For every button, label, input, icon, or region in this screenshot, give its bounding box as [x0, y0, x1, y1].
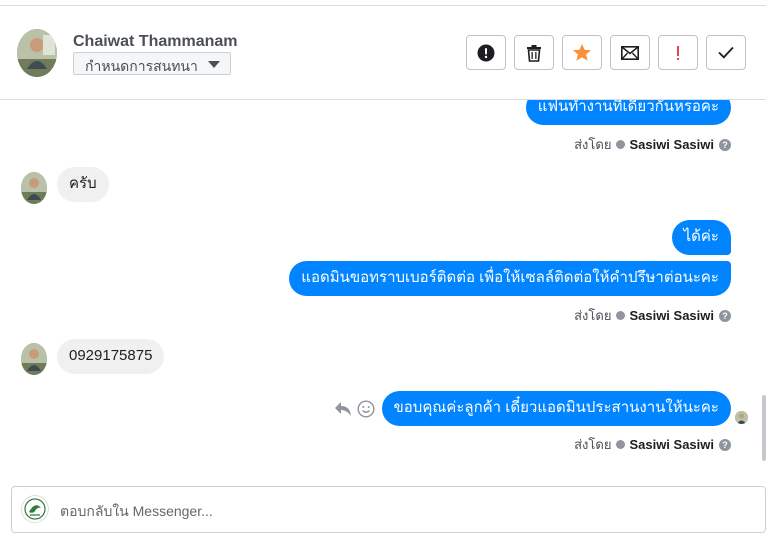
message-thread[interactable]: แฟนทำงานที่เดียวกันหรอคะ ส่งโดย Sasiwi S…: [0, 100, 766, 486]
sender-name[interactable]: Sasiwi Sasiwi: [629, 437, 714, 452]
mark-unread-button[interactable]: [610, 35, 650, 70]
contact-small-avatar: [21, 343, 47, 375]
sent-by-line: ส่งโดย Sasiwi Sasiwi ?: [574, 134, 731, 155]
star-button[interactable]: [562, 35, 602, 70]
follow-up-button[interactable]: [658, 35, 698, 70]
sent-by-label: ส่งโดย: [574, 308, 612, 323]
envelope-icon: [621, 45, 639, 60]
help-icon[interactable]: ?: [719, 438, 731, 451]
delete-button[interactable]: [514, 35, 554, 70]
message-actions: [334, 400, 375, 418]
sent-by-label: ส่งโดย: [574, 137, 612, 152]
sender-name[interactable]: Sasiwi Sasiwi: [629, 137, 714, 152]
caret-down-icon: [208, 61, 220, 68]
scrollbar-thumb[interactable]: [762, 395, 766, 461]
verified-check-icon: [616, 311, 626, 320]
verified-check-icon: [616, 440, 626, 449]
sent-by-line: ส่งโดย Sasiwi Sasiwi ?: [574, 434, 731, 455]
smiley-icon[interactable]: [357, 400, 375, 418]
verified-check-icon: [616, 140, 626, 149]
outgoing-message[interactable]: แอดมินขอทราบเบอร์ติดต่อ เพื่อให้เซลล์ติด…: [289, 261, 731, 296]
conversation-header: Chaiwat Thammanam กำหนดการสนทนา: [0, 6, 766, 100]
sender-name[interactable]: Sasiwi Sasiwi: [629, 308, 714, 323]
help-icon[interactable]: ?: [719, 138, 731, 151]
star-icon: [573, 44, 591, 61]
outgoing-message[interactable]: แฟนทำงานที่เดียวกันหรอคะ: [525, 100, 731, 125]
outgoing-message[interactable]: ขอบคุณค่ะลูกค้า เดี๋ยวแอดมินประสานงานให้…: [381, 391, 731, 426]
exclamation-icon: [677, 45, 679, 60]
mark-done-button[interactable]: [706, 35, 746, 70]
contact-name[interactable]: Chaiwat Thammanam: [73, 33, 237, 51]
incoming-message[interactable]: ครับ: [57, 167, 109, 202]
reply-icon[interactable]: [334, 401, 352, 417]
read-receipt-avatar: [735, 411, 748, 424]
contact-avatar[interactable]: [17, 29, 57, 77]
reply-input[interactable]: [60, 501, 750, 521]
trash-icon: [527, 44, 541, 62]
incoming-message[interactable]: 0929175875: [57, 339, 165, 374]
sent-by-line: ส่งโดย Sasiwi Sasiwi ?: [574, 305, 731, 326]
outgoing-message[interactable]: ได้ค่ะ: [671, 220, 731, 255]
page-logo: [21, 495, 49, 523]
sent-by-label: ส่งโดย: [574, 437, 612, 452]
reply-composer: [11, 486, 766, 533]
check-icon: [718, 46, 734, 59]
exclamation-circle-icon: [477, 44, 495, 61]
assign-conversation-dropdown[interactable]: กำหนดการสนทนา: [73, 52, 231, 75]
help-icon[interactable]: ?: [719, 309, 731, 322]
assign-label: กำหนดการสนทนา: [85, 58, 198, 74]
contact-small-avatar: [21, 172, 47, 204]
spam-button[interactable]: [466, 35, 506, 70]
